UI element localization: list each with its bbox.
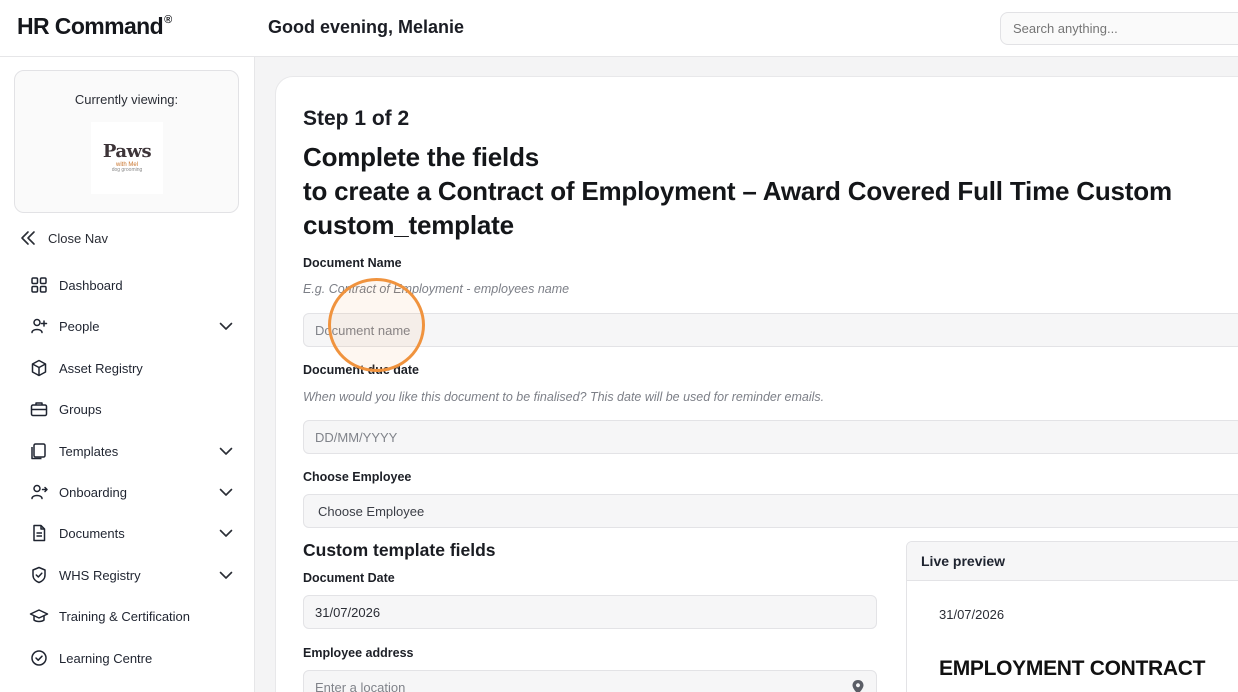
close-nav-button[interactable]: Close Nav xyxy=(18,227,108,249)
due-date-label: Document due date xyxy=(303,363,419,377)
page-title: Complete the fields to create a Contract… xyxy=(303,142,1172,240)
live-preview-panel: Live preview 31/07/2026 EMPLOYMENT CONTR… xyxy=(906,541,1238,692)
sidebar-item-training-certification[interactable]: Training & Certification xyxy=(29,604,234,628)
grid-icon xyxy=(31,277,47,293)
sidebar-item-label: Dashboard xyxy=(59,277,123,293)
user-arrow-icon xyxy=(31,484,48,500)
due-date-hint: When would you like this document to be … xyxy=(303,390,825,404)
sidebar-item-documents[interactable]: Documents xyxy=(29,521,234,545)
location-pin-icon xyxy=(852,680,864,692)
file-icon xyxy=(33,524,46,542)
greeting: Good evening, Melanie xyxy=(268,17,465,37)
sidebar-item-label: Groups xyxy=(59,401,102,417)
live-preview-title: Live preview xyxy=(907,542,1238,581)
document-name-placeholder: Document name xyxy=(315,322,411,338)
close-nav-label: Close Nav xyxy=(48,230,108,246)
employee-address-label: Employee address xyxy=(303,646,414,660)
sidebar-item-label: Training & Certification xyxy=(59,608,191,624)
preview-document-title: EMPLOYMENT CONTRACT xyxy=(939,657,1206,680)
org-switcher[interactable]: Currently viewing: Paws with Mel dog gro… xyxy=(14,70,239,213)
sidebar-item-label: Asset Registry xyxy=(59,360,143,376)
chevron-down-icon[interactable] xyxy=(218,443,234,459)
copy-icon xyxy=(31,443,46,460)
sidebar-item-people[interactable]: People xyxy=(29,314,234,338)
briefcase-icon xyxy=(30,402,48,417)
choose-employee-label: Choose Employee xyxy=(303,470,412,484)
sidebar-item-label: Templates xyxy=(59,443,119,459)
choose-employee-value: Choose Employee xyxy=(318,503,425,519)
sidebar-item-asset-registry[interactable]: Asset Registry xyxy=(29,356,234,380)
document-date-label: Document Date xyxy=(303,571,395,585)
sidebar-item-label: People xyxy=(59,318,100,334)
graduation-cap-icon xyxy=(29,609,49,623)
top-bar: HR Command® Good evening, Melanie xyxy=(0,0,1238,57)
document-date-field[interactable]: 31/07/2026 xyxy=(303,595,877,629)
sidebar-item-label: Onboarding xyxy=(59,484,127,500)
chevron-down-icon[interactable] xyxy=(218,484,234,500)
sidebar-item-dashboard[interactable]: Dashboard xyxy=(29,273,234,297)
employee-address-placeholder: Enter a location xyxy=(315,679,406,692)
custom-fields-title: Custom template fields xyxy=(303,540,496,560)
document-date-value: 31/07/2026 xyxy=(315,604,381,620)
search-input[interactable] xyxy=(1013,21,1238,36)
sidebar-item-whs-registry[interactable]: WHS Registry xyxy=(29,563,234,587)
document-name-field[interactable]: Document name xyxy=(303,313,1238,347)
double-chevron-left-icon xyxy=(21,231,35,245)
preview-date: 31/07/2026 xyxy=(939,607,1005,622)
step-indicator: Step 1 of 2 xyxy=(303,107,410,130)
sidebar-item-label: Learning Centre xyxy=(59,650,153,666)
user-plus-icon xyxy=(31,318,48,334)
chevron-down-icon[interactable] xyxy=(218,567,234,583)
sidebar-item-learning-centre[interactable]: Learning Centre xyxy=(29,646,234,670)
document-name-hint: E.g. Contract of Employment - employees … xyxy=(303,282,570,296)
search-box[interactable] xyxy=(1000,12,1238,45)
org-logo: Paws with Mel dog grooming xyxy=(91,122,163,194)
sidebar-item-groups[interactable]: Groups xyxy=(29,397,234,421)
sidebar-item-label: Documents xyxy=(59,525,125,541)
check-circle-icon xyxy=(31,650,47,666)
chevron-down-icon[interactable] xyxy=(218,525,234,541)
sidebar: Currently viewing: Paws with Mel dog gro… xyxy=(0,57,255,692)
chevron-down-icon[interactable] xyxy=(218,318,234,334)
choose-employee-select[interactable]: Choose Employee xyxy=(303,494,1238,528)
due-date-placeholder: DD/MM/YYYY xyxy=(315,429,398,445)
document-name-label: Document Name xyxy=(303,256,402,270)
employee-address-field[interactable]: Enter a location xyxy=(303,670,877,692)
app-logo[interactable]: HR Command® xyxy=(17,13,172,40)
due-date-field[interactable]: DD/MM/YYYY xyxy=(303,420,1238,454)
sidebar-item-templates[interactable]: Templates xyxy=(29,439,234,463)
shield-check-icon xyxy=(32,566,46,584)
sidebar-item-onboarding[interactable]: Onboarding xyxy=(29,480,234,504)
viewing-label: Currently viewing: xyxy=(74,92,179,107)
sidebar-item-label: WHS Registry xyxy=(59,567,141,583)
box-icon xyxy=(31,359,47,377)
